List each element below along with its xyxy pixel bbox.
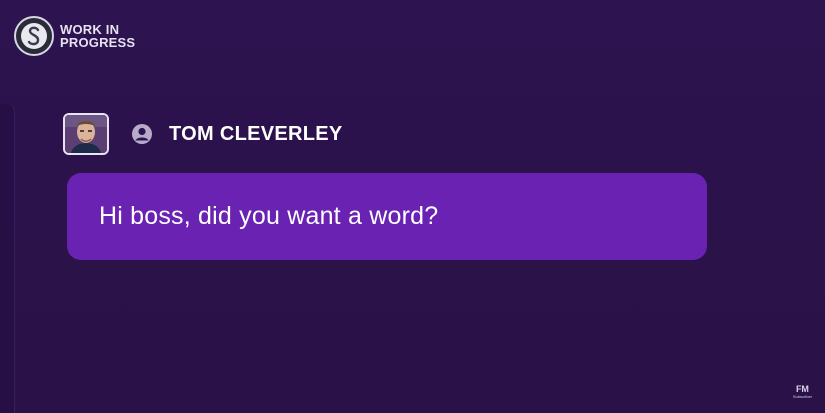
player-avatar[interactable] <box>63 113 109 155</box>
speaker-name: TOM CLEVERLEY <box>169 122 343 145</box>
message-bubble: Hi boss, did you want a word? <box>67 173 707 260</box>
logo-text: WORK IN PROGRESS <box>60 23 135 49</box>
side-panel-edge <box>0 104 15 413</box>
fm-logo-text: FM <box>795 384 809 394</box>
speaker-header: TOM CLEVERLEY <box>63 113 343 155</box>
player-portrait-icon <box>65 115 107 153</box>
channel-logo: WORK IN PROGRESS <box>14 16 135 56</box>
person-icon <box>132 124 152 144</box>
club-crest-icon <box>14 16 54 56</box>
message-text: Hi boss, did you want a word? <box>99 202 439 230</box>
logo-line-2: PROGRESS <box>60 35 136 50</box>
fm-logo-subtext: Subscriber <box>792 394 812 399</box>
crest-s-icon <box>27 26 40 46</box>
fm-watermark: FM Subscriber <box>792 384 812 400</box>
